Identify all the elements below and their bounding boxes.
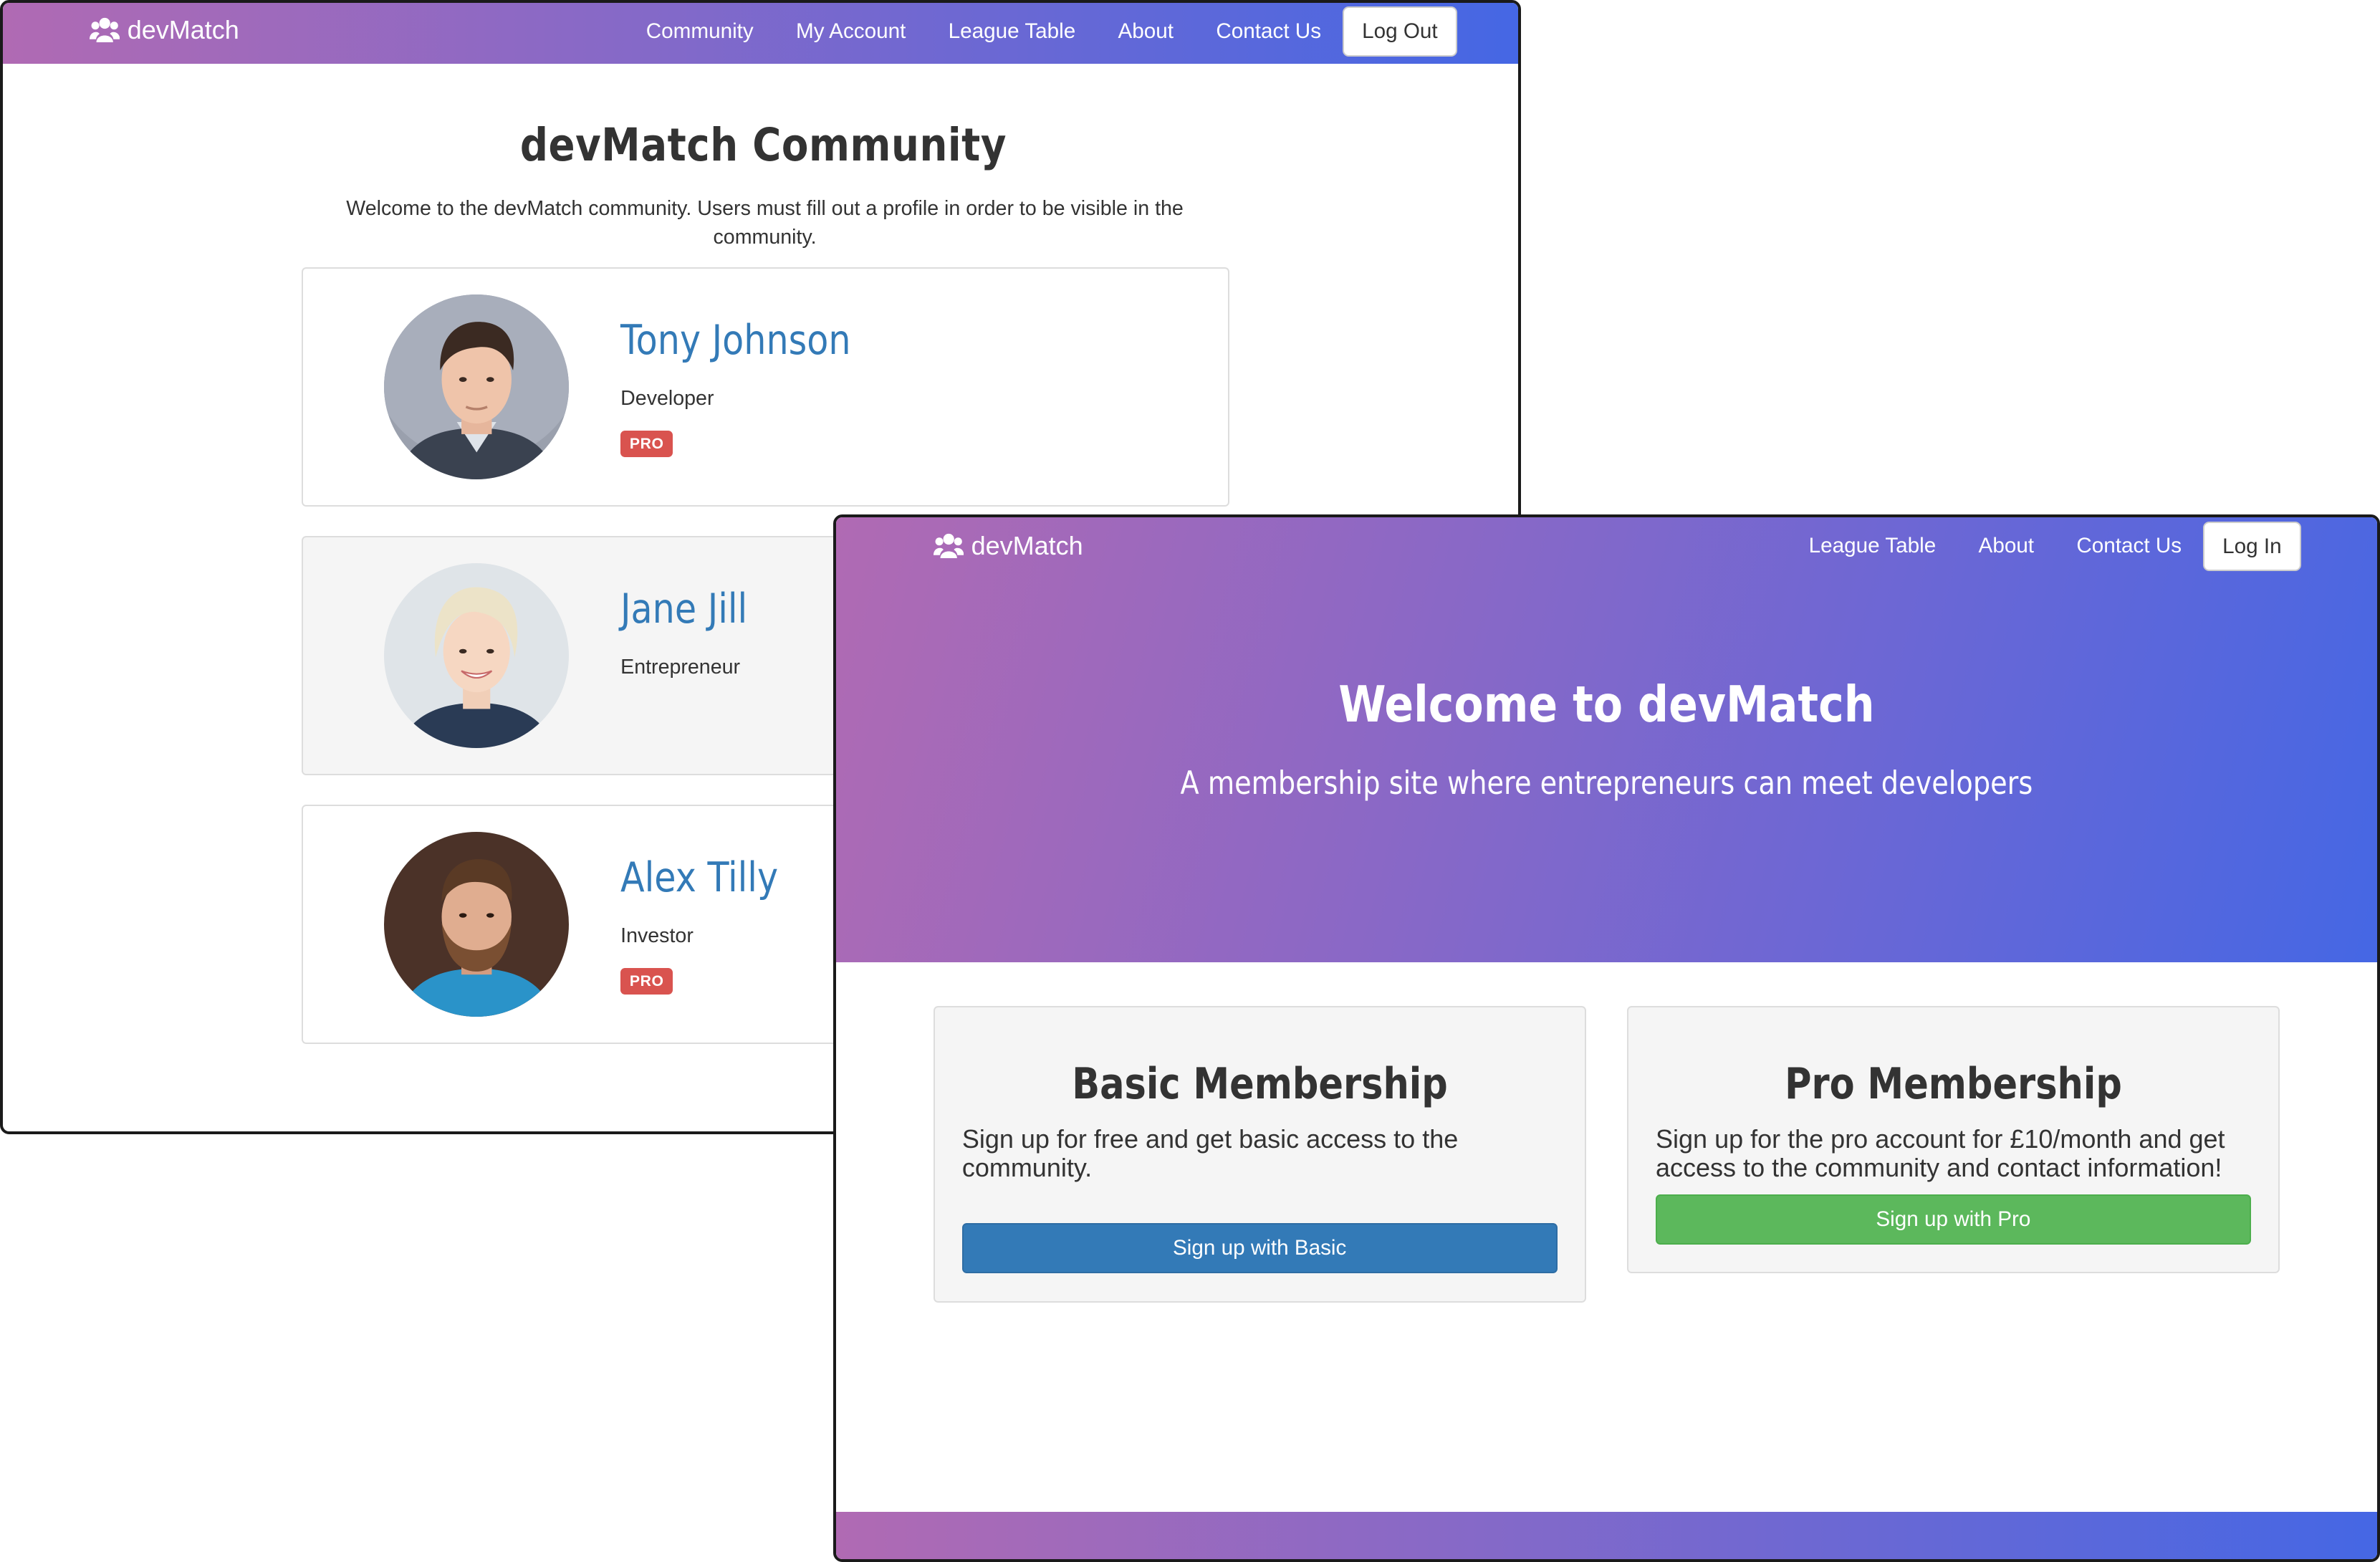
page-title: devMatch Community xyxy=(519,118,1007,171)
pro-badge: PRO xyxy=(620,431,673,457)
nav-my-account[interactable]: My Account xyxy=(774,6,927,57)
plan-description: Sign up for free and get basic access to… xyxy=(961,1123,1459,1182)
nav-community[interactable]: Community xyxy=(625,6,774,57)
member-name[interactable]: Alex Tilly xyxy=(620,854,778,901)
avatar[interactable] xyxy=(383,294,570,480)
member-role: Entrepreneur xyxy=(620,655,741,679)
nav-about[interactable]: About xyxy=(1097,6,1195,57)
member-role: Investor xyxy=(620,924,694,947)
hero-title: Welcome to devMatch xyxy=(1338,675,1875,734)
users-icon xyxy=(933,534,964,559)
navbar: devMatch Community My Account League Tab… xyxy=(3,3,1518,64)
brand-link[interactable]: devMatch xyxy=(89,14,239,45)
hero-section: Welcome to devMatch A membership site wh… xyxy=(836,517,2377,962)
nav-links: Community My Account League Table About … xyxy=(625,6,1458,57)
hero-subtitle: A membership site where entrepreneurs ca… xyxy=(1180,765,2033,802)
nav-league-table[interactable]: League Table xyxy=(927,6,1097,57)
nav-league-table[interactable]: League Table xyxy=(1788,520,1957,572)
brand-link[interactable]: devMatch xyxy=(933,531,1083,561)
nav-about[interactable]: About xyxy=(1957,520,2055,572)
member-name[interactable]: Jane Jill xyxy=(620,585,747,633)
plan-title: Pro Membership xyxy=(1784,1059,2122,1109)
avatar[interactable] xyxy=(383,562,570,749)
plan-description: Sign up for the pro account for £10/mont… xyxy=(1656,1123,2225,1182)
basic-membership-card: Basic Membership Sign up for free and ge… xyxy=(933,1006,1586,1303)
avatar[interactable] xyxy=(383,831,570,1017)
member-name[interactable]: Tony Johnson xyxy=(620,317,851,364)
plan-title: Basic Membership xyxy=(1071,1059,1448,1109)
member-card: Tony Johnson Developer PRO xyxy=(302,267,1229,507)
nav-contact-us[interactable]: Contact Us xyxy=(2055,520,2203,572)
nav-contact-us[interactable]: Contact Us xyxy=(1195,6,1343,57)
pro-membership-card: Pro Membership Sign up for the pro accou… xyxy=(1626,1006,2280,1274)
landing-window: Welcome to devMatch A membership site wh… xyxy=(833,514,2380,1562)
log-in-button[interactable]: Log In xyxy=(2202,521,2302,572)
sign-up-basic-button[interactable]: Sign up with Basic xyxy=(961,1223,1558,1274)
log-out-button[interactable]: Log Out xyxy=(1342,6,1458,57)
brand-name: devMatch xyxy=(971,531,1083,561)
navbar: devMatch League Table About Contact Us L… xyxy=(836,517,2377,578)
sign-up-pro-button[interactable]: Sign up with Pro xyxy=(1656,1194,2251,1245)
member-role: Developer xyxy=(620,386,714,410)
nav-links: League Table About Contact Us Log In xyxy=(1788,520,2302,572)
intro-text: Welcome to the devMatch community. Users… xyxy=(346,196,1184,249)
users-icon xyxy=(89,17,120,42)
pro-badge: PRO xyxy=(620,968,673,995)
brand-name: devMatch xyxy=(127,14,239,44)
screenshot-stage: devMatch Community My Account League Tab… xyxy=(0,0,2380,1562)
footer-bar xyxy=(836,1512,2377,1560)
